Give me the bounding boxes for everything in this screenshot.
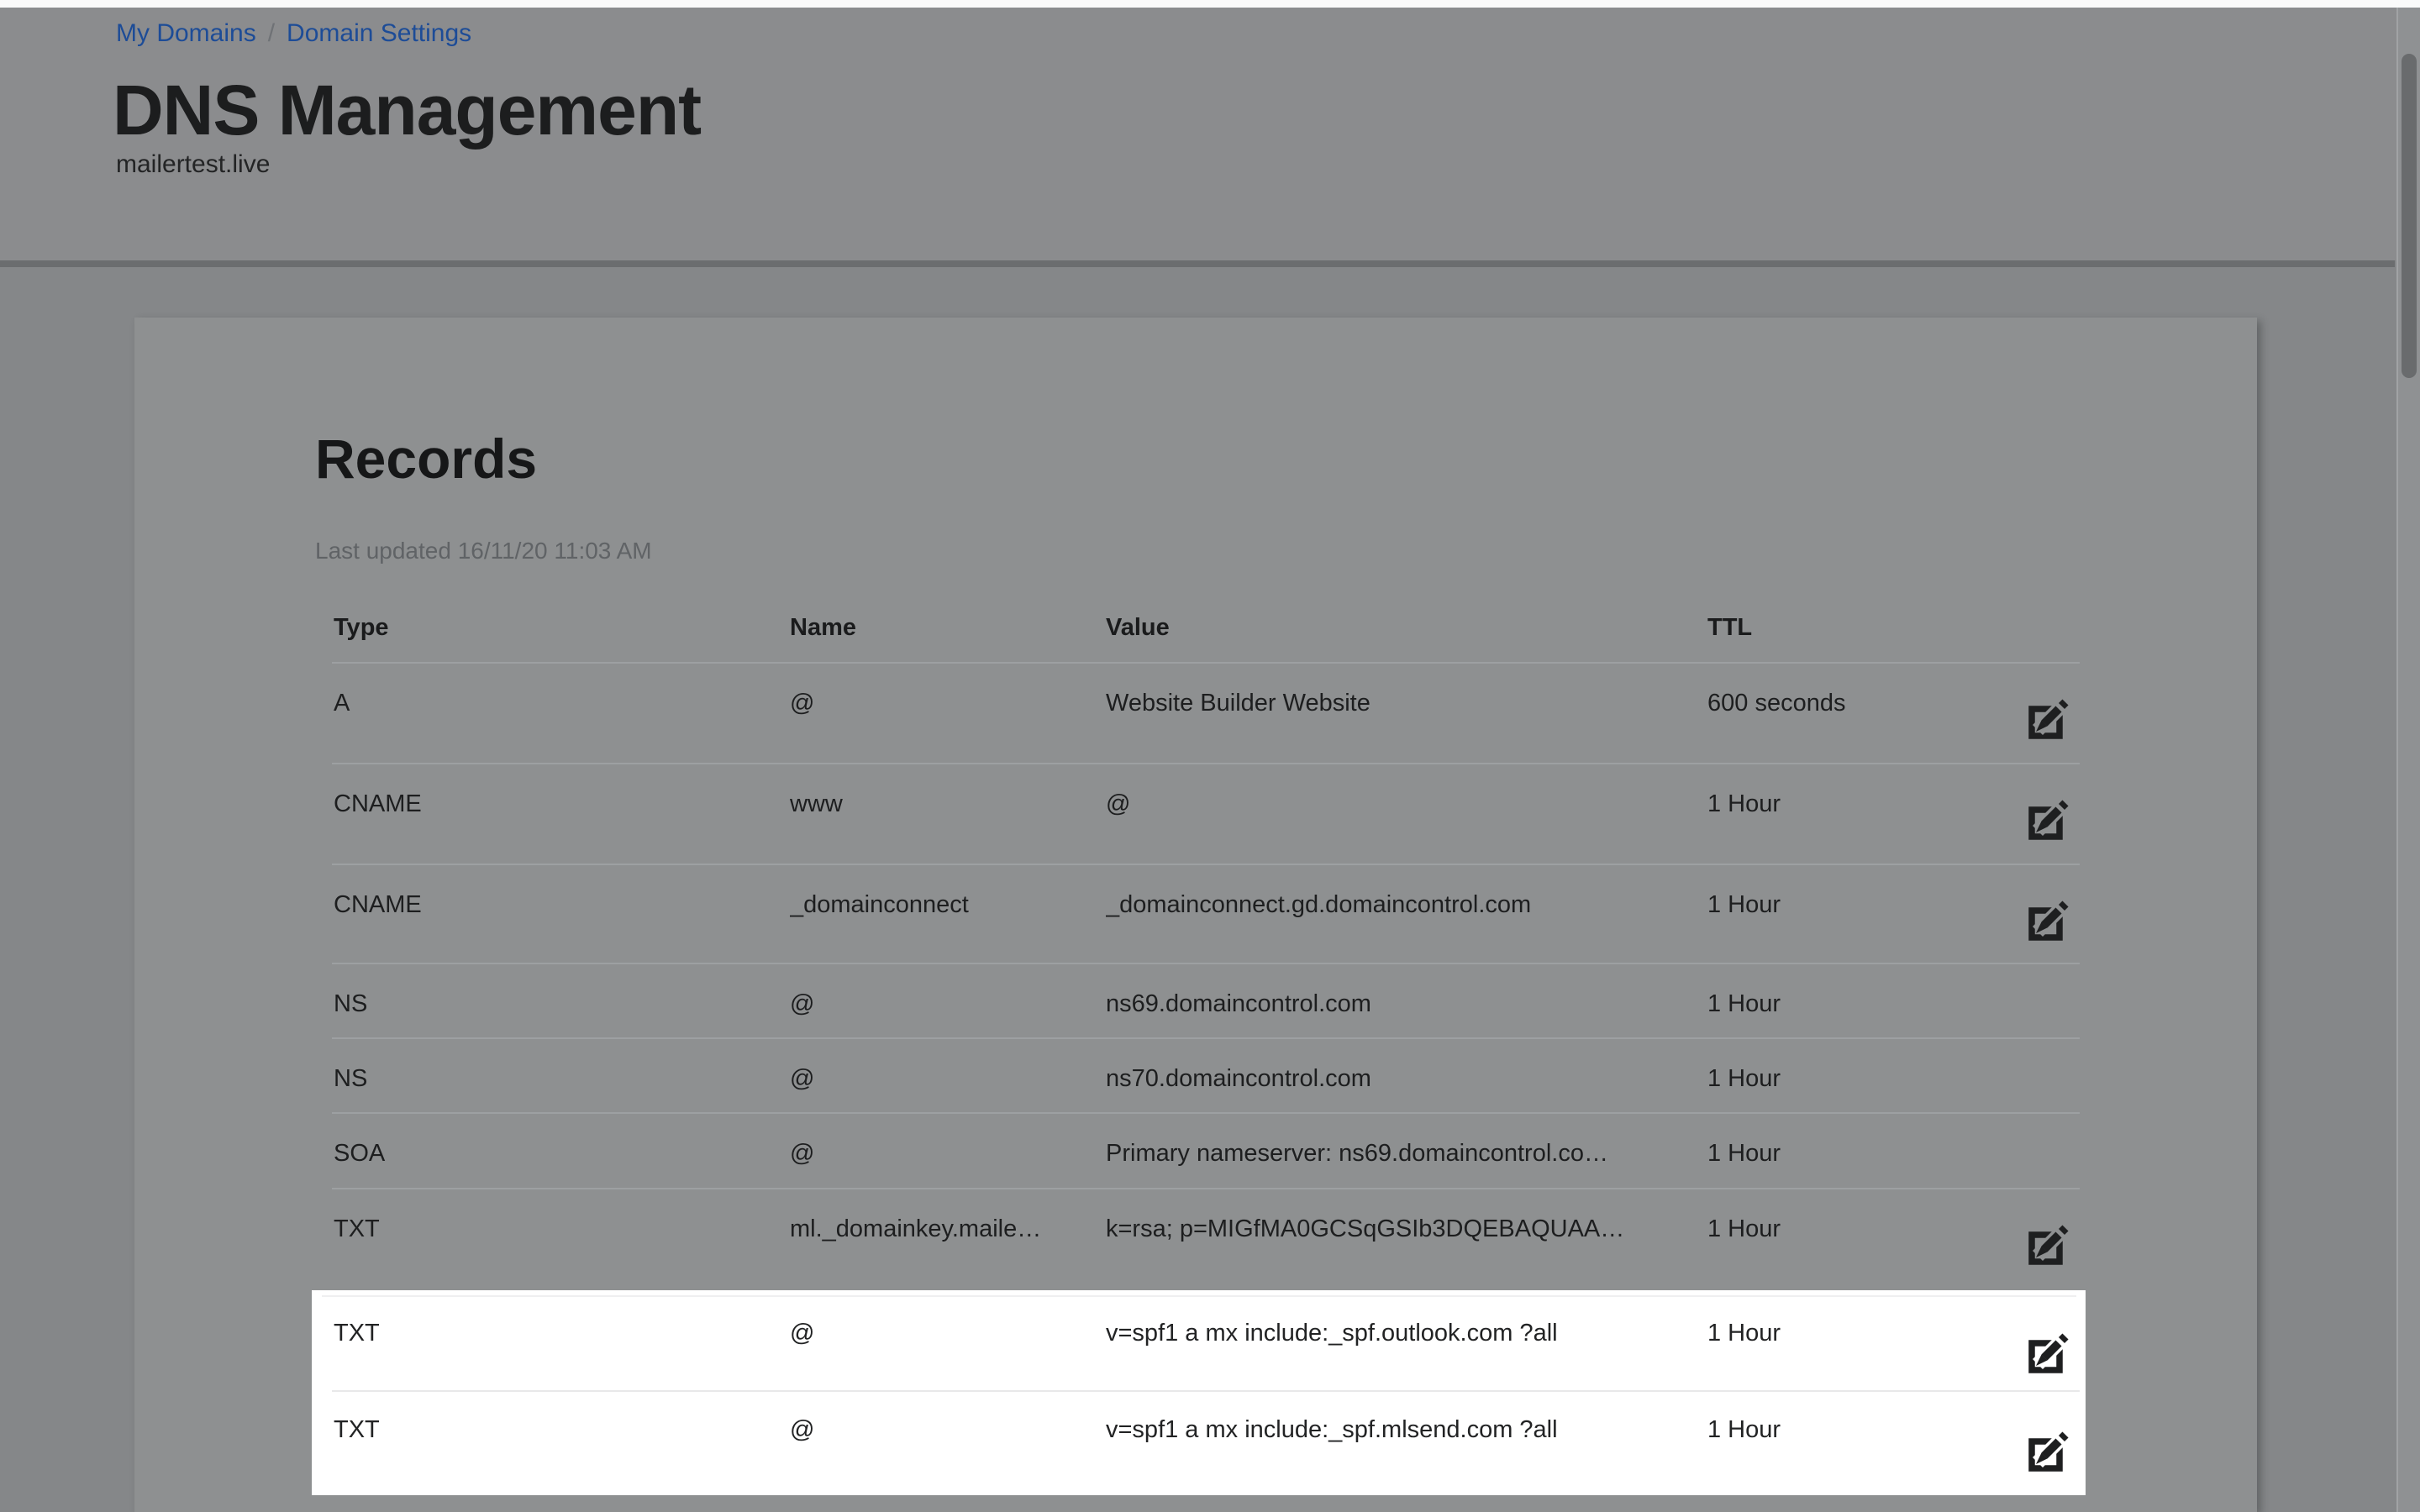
record-ttl: 1 Hour [1707,791,1985,816]
record-ttl: 1 Hour [1707,1417,1985,1442]
column-header-type: Type [334,615,771,640]
record-type: CNAME [334,892,771,917]
edit-record-button[interactable] [2023,896,2070,943]
edit-pencil-square-icon [2023,896,2070,943]
edit-record-button[interactable] [2023,1329,2070,1376]
edit-pencil-square-icon [2023,1427,2070,1474]
record-ttl: 1 Hour [1707,991,1985,1016]
record-value: Primary nameserver: ns69.domaincontrol.c… [1106,1141,1702,1166]
record-name: @ [790,690,1101,716]
column-header-ttl: TTL [1707,615,1985,640]
breadcrumb-separator: / [268,19,275,48]
dns-record-row: A @ Website Builder Website 600 seconds [332,664,2080,764]
record-type: TXT [334,1417,771,1442]
edit-record-button[interactable] [2023,795,2070,843]
record-type: SOA [334,1141,771,1166]
dns-record-row: TXT @ v=spf1 a mx include:_spf.mlsend.co… [332,1392,2080,1495]
record-ttl: 1 Hour [1707,1320,1985,1346]
record-name: @ [790,1066,1101,1091]
record-ttl: 1 Hour [1707,1141,1985,1166]
dns-record-row: CNAME www @ 1 Hour [332,764,2080,865]
record-type: TXT [334,1216,771,1242]
record-type: CNAME [334,791,771,816]
records-table: Type Name Value TTL A @ Website Builder … [332,605,2080,1290]
record-name: www [790,791,1101,816]
domain-name: mailertest.live [116,149,270,181]
column-header-name: Name [790,615,1101,640]
table-header-row: Type Name Value TTL [332,605,2080,664]
record-name: @ [790,1141,1101,1166]
scrollbar-track[interactable] [2396,0,2420,1512]
dns-record-row: NS @ ns69.domaincontrol.com 1 Hour [332,964,2080,1039]
header-divider [0,260,2395,267]
edit-pencil-square-icon [2023,795,2070,843]
record-value: k=rsa; p=MIGfMA0GCSqGSIb3DQEBAQUAA… [1106,1216,1702,1242]
record-value: v=spf1 a mx include:_spf.outlook.com ?al… [1106,1320,1702,1346]
record-type: NS [334,991,771,1016]
edit-record-button[interactable] [2023,1221,2070,1268]
record-name: @ [790,1417,1101,1442]
column-header-value: Value [1106,615,1702,640]
record-ttl: 1 Hour [1707,892,1985,917]
record-value: ns69.domaincontrol.com [1106,991,1702,1016]
record-value: v=spf1 a mx include:_spf.mlsend.com ?all [1106,1417,1702,1442]
spotlight-highlight: TXT @ v=spf1 a mx include:_spf.outlook.c… [312,1290,2086,1495]
page-header: My Domains / Domain Settings DNS Managem… [0,8,2420,260]
breadcrumb-link-domain-settings[interactable]: Domain Settings [287,19,471,48]
record-value: @ [1106,791,1702,816]
record-ttl: 600 seconds [1707,690,1985,716]
dns-record-row: TXT ml._domainkey.maile… k=rsa; p=MIGfMA… [332,1189,2080,1290]
record-value: ns70.domaincontrol.com [1106,1066,1702,1091]
edit-pencil-square-icon [2023,1221,2070,1268]
record-ttl: 1 Hour [1707,1216,1985,1242]
top-strip [0,0,2420,8]
scrollbar-thumb[interactable] [2402,54,2417,378]
dns-record-row: CNAME _domainconnect _domainconnect.gd.d… [332,865,2080,964]
record-name: ml._domainkey.maile… [790,1216,1101,1242]
records-table-body: A @ Website Builder Website 600 seconds … [332,664,2080,1290]
edit-pencil-square-icon [2023,695,2070,742]
edit-record-button[interactable] [2023,1427,2070,1474]
breadcrumb-link-my-domains[interactable]: My Domains [116,19,256,48]
edit-pencil-square-icon [2023,1329,2070,1376]
dns-record-row: NS @ ns70.domaincontrol.com 1 Hour [332,1039,2080,1114]
breadcrumb: My Domains / Domain Settings [116,19,471,48]
records-heading: Records [315,430,537,487]
record-ttl: 1 Hour [1707,1066,1985,1091]
record-name: @ [790,1320,1101,1346]
edit-record-button[interactable] [2023,695,2070,742]
record-name: _domainconnect [790,892,1101,917]
record-type: A [334,690,771,716]
spotlight-rows: TXT @ v=spf1 a mx include:_spf.outlook.c… [332,1290,2080,1495]
record-value: Website Builder Website [1106,690,1702,716]
record-type: NS [334,1066,771,1091]
record-type: TXT [334,1320,771,1346]
dns-record-row: TXT @ v=spf1 a mx include:_spf.outlook.c… [332,1290,2080,1392]
page-title: DNS Management [113,73,701,147]
record-value: _domainconnect.gd.domaincontrol.com [1106,892,1702,917]
record-name: @ [790,991,1101,1016]
dns-record-row: SOA @ Primary nameserver: ns69.domaincon… [332,1114,2080,1189]
last-updated-text: Last updated 16/11/20 11:03 AM [315,538,652,564]
